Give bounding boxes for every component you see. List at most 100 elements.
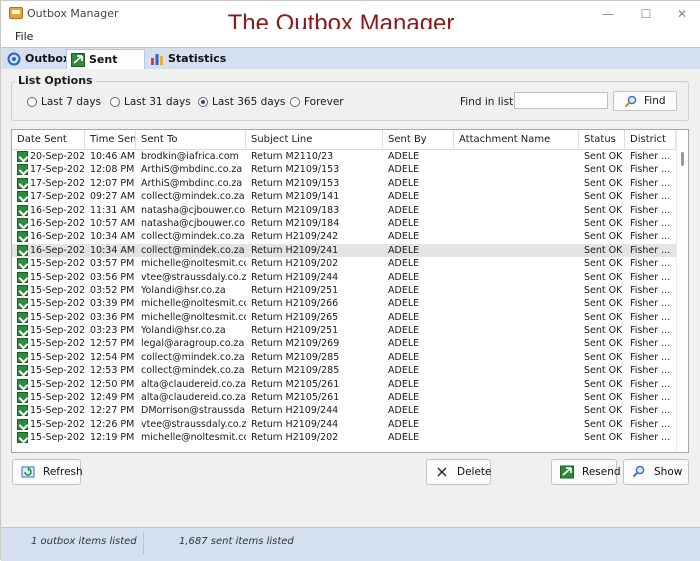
delete-icon — [437, 467, 447, 477]
column-header-subject-line[interactable]: Subject Line — [246, 130, 383, 150]
cell-time-sent: 12:57 PM — [90, 338, 135, 350]
cell-sent-to: vtee@straussdaly.co.za — [141, 418, 246, 430]
tab-outbox-label: Outbox — [25, 52, 70, 65]
column-header-date-sent[interactable]: Date Sent — [12, 130, 85, 150]
table-row[interactable]: 15-Sep-2021 12:57 PM legal@aragroup.co.za R… — [12, 337, 676, 350]
cell-attachment-name — [454, 177, 579, 190]
cell-status: Sent OK — [584, 365, 623, 377]
cell-attachment-name — [454, 284, 579, 297]
maximize-button[interactable]: ☐ — [631, 5, 661, 23]
cell-attachment-name — [454, 150, 579, 163]
scrollbar-thumb[interactable] — [681, 152, 684, 166]
cell-time-sent: 12:07 PM — [90, 177, 135, 189]
cell-subject-line: Return H2109/266 — [251, 298, 339, 310]
menu-bar: File — [1, 29, 700, 47]
table-row[interactable]: 15-Sep-2021 03:52 PM Yolandi@hsr.co.za Retu… — [12, 284, 676, 297]
delete-button[interactable]: Delete — [426, 459, 492, 485]
cell-attachment-name — [454, 337, 579, 350]
cell-district: Fisher ... — [630, 392, 671, 404]
tab-outbox[interactable]: Outbox — [3, 49, 70, 70]
cell-subject-line: Return H2109/244 — [251, 418, 339, 430]
cell-status: Sent OK — [584, 418, 623, 430]
vertical-scrollbar[interactable] — [676, 130, 688, 452]
table-row[interactable]: 17-Sep-2021 09:27 AM collect@mindek.co.za R… — [12, 190, 676, 203]
cell-subject-line: Return M2109/141 — [251, 191, 340, 203]
table-row[interactable]: 20-Sep-2021 10:46 AM brodkin@iafrica.com Re… — [12, 150, 676, 163]
minimize-button[interactable]: — — [593, 5, 623, 23]
find-button[interactable]: Find — [613, 91, 677, 111]
cell-subject-line: Return M2109/269 — [251, 338, 340, 350]
column-header-attachment-name[interactable]: Attachment Name — [454, 130, 579, 150]
cell-sent-by: ADELE — [388, 244, 420, 256]
radio-last-365-days[interactable]: Last 365 days — [198, 96, 285, 108]
radio-last-31-days[interactable]: Last 31 days — [110, 96, 191, 108]
sent-items-panel: List Options Last 7 days Last 31 days La… — [1, 69, 700, 527]
table-row[interactable]: 15-Sep-2021 12:54 PM collect@mindek.co.za R… — [12, 351, 676, 364]
find-input[interactable] — [514, 92, 608, 109]
cell-sent-to: alta@claudereid.co.za — [141, 392, 246, 404]
cell-status: Sent OK — [584, 271, 623, 283]
title-bar: Outbox Manager The Outbox Manager — ☐ ✕ — [1, 1, 700, 37]
cell-time-sent: 12:27 PM — [90, 405, 135, 417]
statistics-icon — [151, 54, 163, 65]
cell-sent-to: collect@mindek.co.za — [141, 231, 245, 243]
cell-subject-line: Return H2109/244 — [251, 271, 339, 283]
table-row[interactable]: 15-Sep-2021 03:39 PM michelle@noltesmit.co… — [12, 297, 676, 310]
radio-forever[interactable]: Forever — [290, 96, 344, 108]
cell-date-sent: 15-Sep-2021 — [30, 351, 85, 363]
table-row[interactable]: 15-Sep-2021 12:50 PM alta@claudereid.co.za… — [12, 378, 676, 391]
cell-subject-line: Return M2109/153 — [251, 164, 340, 176]
cell-district: Fisher ... — [630, 151, 671, 162]
cell-date-sent: 15-Sep-2021 — [30, 392, 85, 404]
table-row[interactable]: 15-Sep-2021 03:36 PM michelle@noltesmit.co… — [12, 311, 676, 324]
column-header-sent-by[interactable]: Sent By — [383, 130, 454, 150]
table-row[interactable]: 15-Sep-2021 12:53 PM collect@mindek.co.za R… — [12, 364, 676, 377]
table-row[interactable]: 16-Sep-2021 10:34 AM collect@mindek.co.za R… — [12, 230, 676, 243]
radio-last-7-days[interactable]: Last 7 days — [27, 96, 101, 108]
column-header-district[interactable]: District — [625, 130, 676, 150]
cell-status: Sent OK — [584, 164, 623, 176]
tab-sent-items[interactable]: Sent Items — [66, 49, 145, 86]
close-button[interactable]: ✕ — [667, 5, 697, 23]
grid-body: 20-Sep-2021 10:46 AM brodkin@iafrica.com Re… — [12, 150, 676, 452]
column-header-sent-to[interactable]: Sent To — [136, 130, 246, 150]
cell-time-sent: 03:52 PM — [90, 284, 135, 296]
cell-subject-line: Return M2105/261 — [251, 378, 340, 390]
cell-time-sent: 03:36 PM — [90, 311, 135, 323]
table-row[interactable]: 17-Sep-2021 12:07 PM ArthiS@mbdinc.co.za Re… — [12, 177, 676, 190]
cell-status: Sent OK — [584, 258, 623, 270]
table-row[interactable]: 16-Sep-2021 10:34 AM collect@mindek.co.za R… — [12, 243, 676, 258]
menu-file[interactable]: File — [15, 30, 33, 43]
table-row[interactable]: 15-Sep-2021 03:23 PM Yolandi@hsr.co.za Retu… — [12, 324, 676, 337]
table-row[interactable]: 15-Sep-2021 03:56 PM vtee@straussdaly.co.z… — [12, 271, 676, 284]
cell-district: Fisher ... — [630, 164, 671, 176]
table-row[interactable]: 15-Sep-2021 12:27 PM DMorrison@straussdal.… — [12, 404, 676, 417]
cell-status: Sent OK — [584, 325, 623, 337]
cell-status: Sent OK — [584, 311, 623, 323]
cell-sent-by: ADELE — [388, 258, 420, 270]
table-row[interactable]: 15-Sep-2021 12:19 PM michelle@noltesmit.co… — [12, 431, 676, 444]
refresh-button[interactable]: Refresh — [12, 459, 83, 485]
tab-statistics[interactable]: Statistics — [146, 49, 226, 70]
resend-button[interactable]: Resend — [551, 459, 621, 485]
column-header-time-sent[interactable]: Time Sent — [85, 130, 136, 150]
show-button[interactable]: Show — [623, 459, 689, 485]
table-row[interactable]: 15-Sep-2021 12:26 PM vtee@straussdaly.co.z… — [12, 418, 676, 431]
cell-sent-by: ADELE — [388, 311, 420, 323]
table-row[interactable]: 17-Sep-2021 12:08 PM ArthiS@mbdinc.co.za Re… — [12, 163, 676, 176]
table-row[interactable]: 16-Sep-2021 10:57 AM natasha@cjbouwer.co..… — [12, 217, 676, 230]
cell-date-sent: 15-Sep-2021 — [30, 378, 85, 390]
cell-date-sent: 20-Sep-2021 — [30, 151, 85, 162]
sent-items-grid[interactable]: Date Sent Time Sent Sent To Subject Line… — [11, 129, 689, 453]
cell-sent-to: michelle@noltesmit.co.... — [141, 432, 246, 444]
table-row[interactable]: 16-Sep-2021 11:31 AM natasha@cjbouwer.co..… — [12, 204, 676, 217]
table-row[interactable]: 15-Sep-2021 03:57 PM michelle@noltesmit.co… — [12, 257, 676, 270]
table-row[interactable]: 15-Sep-2021 12:49 PM alta@claudereid.co.za… — [12, 391, 676, 404]
cell-sent-by: ADELE — [388, 164, 420, 176]
cell-attachment-name — [454, 351, 579, 364]
column-header-status[interactable]: Status — [579, 130, 625, 150]
cell-attachment-name — [454, 257, 579, 270]
cell-date-sent: 17-Sep-2021 — [30, 164, 85, 176]
radio-indicator — [110, 97, 120, 107]
cell-district: Fisher ... — [630, 191, 671, 203]
